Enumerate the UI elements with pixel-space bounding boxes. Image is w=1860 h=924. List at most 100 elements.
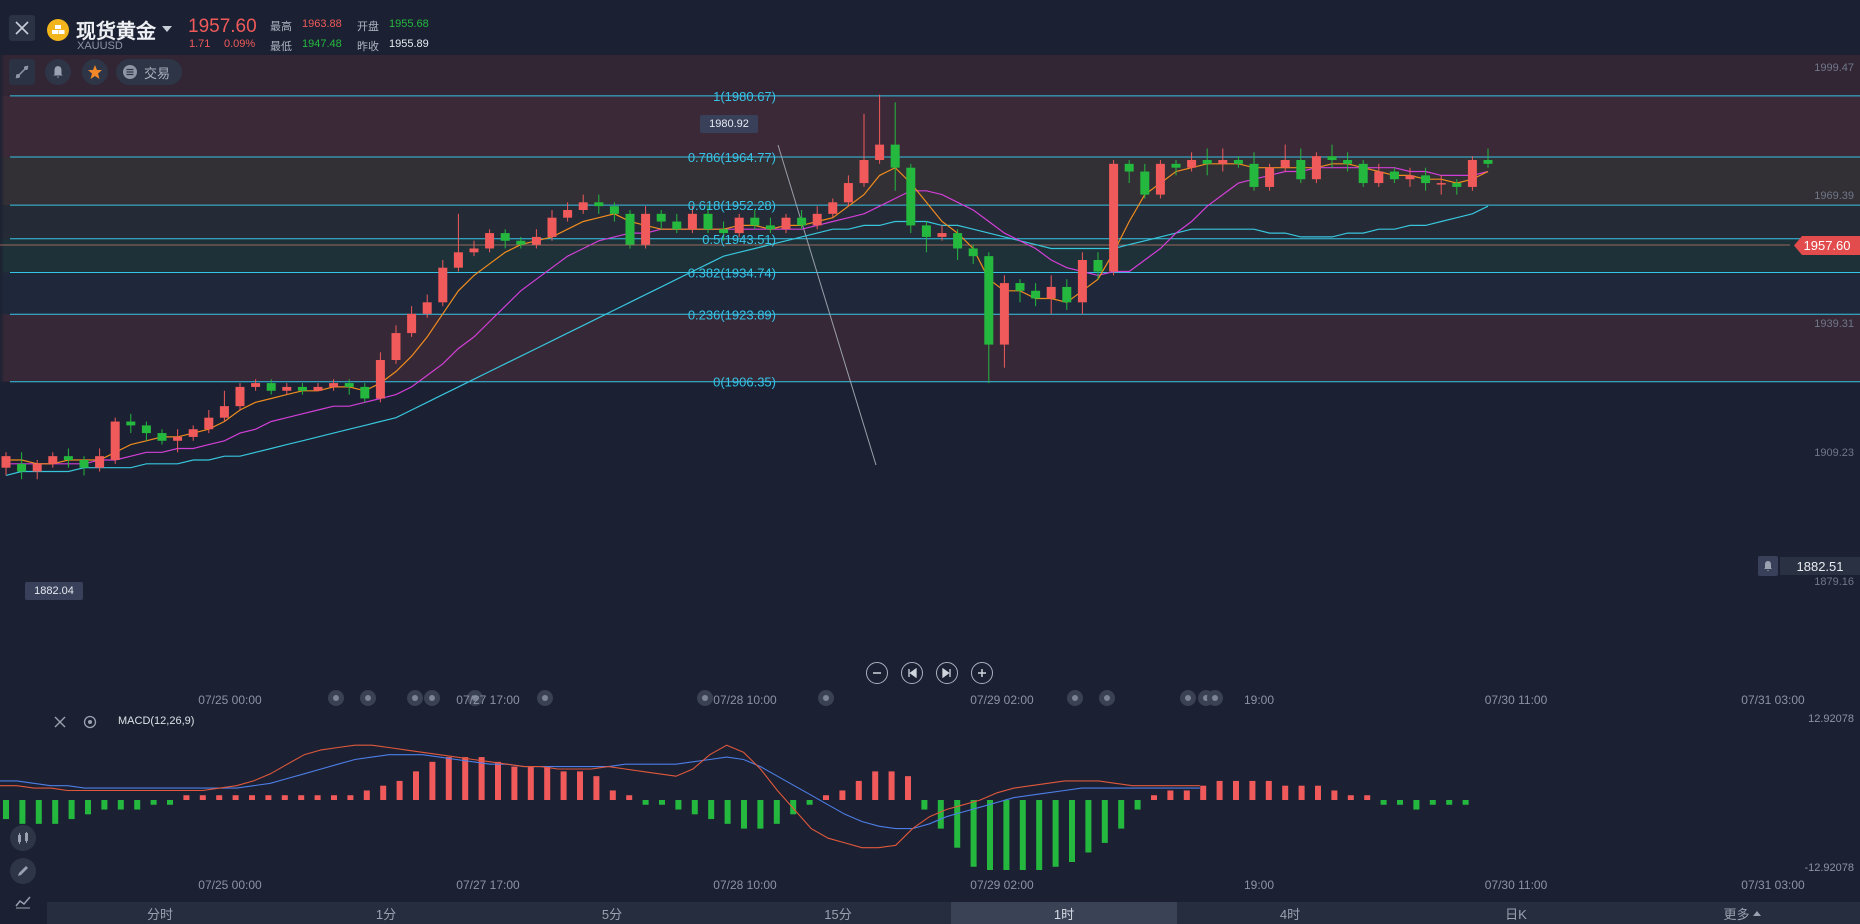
macd-time-label: 07/28 10:00 (713, 878, 777, 892)
event-marker[interactable] (424, 690, 440, 706)
close-icon (15, 21, 29, 35)
tab-15min[interactable]: 15分 (725, 902, 951, 924)
macd-bar (347, 795, 354, 800)
macd-bar (1003, 800, 1010, 870)
tab-4hour[interactable]: 4时 (1177, 902, 1403, 924)
pencil-icon (18, 866, 28, 876)
macd-close-button[interactable] (52, 714, 68, 730)
macd-bar (380, 785, 387, 800)
candle (1109, 160, 1119, 276)
zoom-out-button[interactable] (866, 662, 888, 684)
chart-type-button[interactable] (10, 890, 36, 914)
macd-bar (1446, 800, 1453, 805)
candle (235, 383, 245, 410)
close-button[interactable] (9, 15, 35, 41)
trade-button[interactable]: 交易 (116, 59, 182, 85)
candle (141, 421, 151, 441)
macd-bar (1298, 785, 1305, 800)
macd-bar (1331, 790, 1338, 800)
alert-button[interactable] (45, 59, 71, 85)
macd-bar (560, 771, 567, 800)
macd-bar (593, 776, 600, 800)
price-axis-label: 1879.16 (1814, 576, 1854, 588)
macd-bar (396, 780, 403, 800)
favorite-button[interactable] (82, 59, 108, 85)
macd-time-label: 19:00 (1243, 878, 1275, 892)
time-axis-label: 07/27 17:00 (456, 693, 520, 707)
event-marker[interactable] (1099, 690, 1115, 706)
macd-bar (1052, 800, 1059, 867)
fib-level-label: 0.5(1943.51) (702, 232, 776, 247)
macd-bar (1413, 800, 1420, 810)
event-marker[interactable] (818, 690, 834, 706)
draw-button[interactable] (10, 858, 36, 884)
open-label: 开盘 (357, 21, 379, 33)
tab-5min[interactable]: 5分 (499, 902, 725, 924)
event-marker[interactable] (697, 690, 713, 706)
macd-bar (445, 757, 452, 800)
macd-bar (167, 800, 173, 805)
macd-bar (773, 800, 780, 824)
macd-time-label: 07/29 02:00 (970, 878, 1034, 892)
alert-bell-button[interactable] (1758, 556, 1778, 576)
tab-1hour[interactable]: 1时 (951, 902, 1177, 924)
tab-more[interactable]: 更多 (1629, 902, 1855, 924)
zoom-in-button[interactable] (971, 662, 993, 684)
bell-icon (1764, 561, 1772, 572)
event-marker[interactable] (1207, 690, 1223, 706)
candle (1311, 152, 1321, 184)
event-marker[interactable] (1180, 690, 1196, 706)
macd-bar (937, 800, 944, 829)
event-marker[interactable] (1067, 690, 1083, 706)
time-axis-label: 07/28 10:00 (713, 693, 777, 707)
macd-bar (642, 800, 649, 805)
macd-chart[interactable] (0, 730, 1860, 870)
macd-bar (19, 800, 26, 824)
macd-bar (68, 800, 75, 820)
candle (297, 383, 307, 395)
macd-settings-button[interactable] (82, 714, 98, 730)
high-label: 最高 (270, 21, 292, 33)
macd-bar (85, 800, 91, 815)
macd-bar (1347, 795, 1354, 800)
macd-bar (790, 800, 797, 815)
candle (1467, 156, 1477, 191)
macd-bar (691, 800, 698, 815)
fib-zone (0, 95, 1860, 158)
tab-1min[interactable]: 1分 (273, 902, 499, 924)
tab-fenshi[interactable]: 分时 (47, 902, 273, 924)
macd-bar (1380, 800, 1387, 805)
macd-bar (872, 771, 879, 800)
macd-bar (1183, 790, 1190, 800)
macd-time-label: 07/31 03:00 (1741, 878, 1805, 892)
macd-bar (905, 776, 911, 800)
macd-bar (626, 795, 633, 800)
draw-tool-button[interactable] (9, 59, 35, 85)
event-marker[interactable] (407, 690, 423, 706)
macd-bar (1315, 785, 1321, 800)
event-marker[interactable] (328, 690, 344, 706)
indicator-button[interactable] (10, 825, 36, 851)
candle (1265, 163, 1275, 191)
current-price: 1957.60 (188, 16, 257, 37)
time-axis-label: 07/29 02:00 (970, 693, 1034, 707)
price-axis-label: 1909.23 (1814, 447, 1854, 459)
event-marker[interactable] (360, 690, 376, 706)
candles-icon (18, 832, 28, 844)
macd-bar (429, 761, 436, 800)
tab-daily[interactable]: 日K (1403, 902, 1629, 924)
macd-bar (314, 795, 321, 800)
jump-start-button[interactable] (901, 662, 923, 684)
chevron-down-icon[interactable] (162, 25, 172, 33)
tab-more-label: 更多 (1723, 906, 1750, 922)
jump-end-button[interactable] (936, 662, 958, 684)
event-marker[interactable] (537, 690, 553, 706)
macd-bar (281, 795, 288, 800)
price-chart[interactable]: 1(1980.67) 0.786(1964.77) 0.618(1952.28) 0.… (0, 0, 1860, 700)
macd-bar (150, 800, 157, 805)
trade-label: 交易 (144, 65, 171, 81)
line-tool-icon (15, 65, 29, 79)
candle (282, 383, 292, 395)
candle (1155, 160, 1165, 199)
macd-bar (216, 795, 223, 800)
